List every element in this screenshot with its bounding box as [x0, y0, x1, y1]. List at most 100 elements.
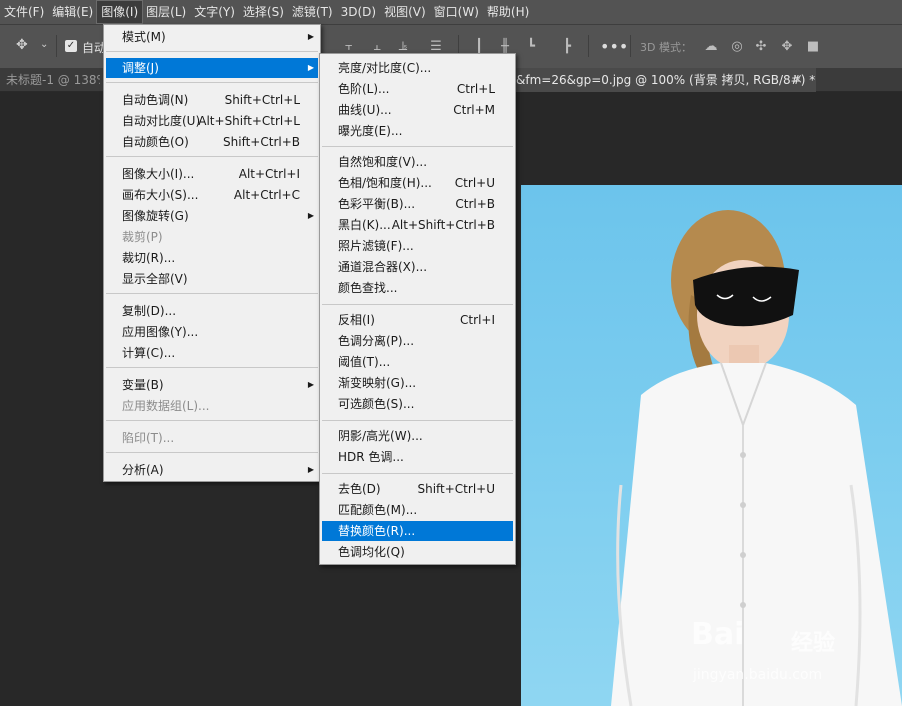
menu-item-canvas-size[interactable]: 画布大小(S)... Alt+Ctrl+C	[106, 185, 318, 205]
3d-roll-icon[interactable]: ◎	[728, 38, 746, 56]
menu-item-image-rotation[interactable]: 图像旋转(G) ▶	[106, 206, 318, 226]
submenu-arrow-icon: ▶	[307, 465, 314, 474]
menu-item-label: 色彩平衡(B)...	[338, 197, 416, 211]
auto-select-checkbox[interactable]: ✓	[65, 40, 77, 52]
3d-orbit-icon[interactable]: ☁	[702, 38, 720, 56]
menu-layer[interactable]: 图层(L)	[142, 1, 190, 23]
submenu-arrow-icon: ▶	[307, 63, 314, 72]
menu-view[interactable]: 视图(V)	[380, 1, 430, 23]
menu-item-hue-saturation[interactable]: 色相/饱和度(H)... Ctrl+U	[322, 173, 513, 193]
menu-item-photo-filter[interactable]: 照片滤镜(F)...	[322, 236, 513, 256]
3d-scale-icon[interactable]: ■	[804, 38, 822, 56]
menu-item-label: 图像大小(I)...	[122, 167, 195, 181]
menu-item-threshold[interactable]: 阈值(T)...	[322, 352, 513, 372]
menu-item-auto-tone[interactable]: 自动色调(N) Shift+Ctrl+L	[106, 90, 318, 110]
menu-item-hdr-toning[interactable]: HDR 色调...	[322, 447, 513, 467]
menu-item-selective-color[interactable]: 可选颜色(S)...	[322, 394, 513, 414]
menu-select[interactable]: 选择(S)	[239, 1, 288, 23]
menu-item-analysis[interactable]: 分析(A) ▶	[106, 460, 318, 480]
menu-item-levels[interactable]: 色阶(L)... Ctrl+L	[322, 79, 513, 99]
menu-item-reveal-all[interactable]: 显示全部(V)	[106, 269, 318, 289]
menu-item-label: HDR 色调...	[338, 450, 404, 464]
menu-item-shortcut: Ctrl+M	[453, 103, 495, 117]
menu-item-shadows-highlights[interactable]: 阴影/高光(W)...	[322, 426, 513, 446]
menu-window[interactable]: 窗口(W)	[430, 1, 483, 23]
menu-item-apply-image[interactable]: 应用图像(Y)...	[106, 322, 318, 342]
menu-image[interactable]: 图像(I)	[96, 0, 144, 24]
menu-filter[interactable]: 滤镜(T)	[288, 1, 337, 23]
menu-help[interactable]: 帮助(H)	[483, 1, 533, 23]
menu-item-curves[interactable]: 曲线(U)... Ctrl+M	[322, 100, 513, 120]
chevron-down-icon[interactable]: ⌄	[40, 39, 48, 50]
submenu-arrow-icon: ▶	[307, 380, 314, 389]
menu-item-exposure[interactable]: 曝光度(E)...	[322, 121, 513, 141]
tab-active-document[interactable]: &fm=26&gp=0.jpg @ 100% (背景 拷贝, RGB/8#) *	[516, 68, 816, 92]
distribute-horizontal-icon[interactable]: ┣	[558, 38, 576, 56]
watermark-brand-cn: 经验	[791, 631, 836, 656]
menu-separator	[322, 473, 513, 474]
menu-item-adjust[interactable]: 调整(J) ▶	[106, 58, 318, 78]
menu-item-label: 反相(I)	[338, 313, 375, 327]
menu-item-shortcut: Ctrl+I	[460, 313, 495, 327]
separator	[588, 35, 589, 57]
menu-3d[interactable]: 3D(D)	[337, 1, 380, 23]
menu-item-label: 色阶(L)...	[338, 82, 390, 96]
menu-type[interactable]: 文字(Y)	[190, 1, 239, 23]
menu-item-label: 黑白(K)...	[338, 218, 391, 232]
menu-item-vibrance[interactable]: 自然饱和度(V)...	[322, 152, 513, 172]
menu-item-variables[interactable]: 变量(B) ▶	[106, 375, 318, 395]
close-tab-icon[interactable]: ×	[792, 68, 803, 92]
menu-item-black-white[interactable]: 黑白(K)... Alt+Shift+Ctrl+B	[322, 215, 513, 235]
menu-item-label: 阴影/高光(W)...	[338, 429, 423, 443]
menu-item-duplicate[interactable]: 复制(D)...	[106, 301, 318, 321]
menu-file[interactable]: 文件(F)	[0, 1, 48, 23]
menu-item-equalize[interactable]: 色调均化(Q)	[322, 542, 513, 562]
menu-item-gradient-map[interactable]: 渐变映射(G)...	[322, 373, 513, 393]
menu-item-label: 阈值(T)...	[338, 355, 391, 369]
menu-bar: 文件(F) 编辑(E) 图像(I) 图层(L) 文字(Y) 选择(S) 滤镜(T…	[0, 0, 902, 24]
menu-item-posterize[interactable]: 色调分离(P)...	[322, 331, 513, 351]
tab-untitled[interactable]: 未标题-1 @ 138%	[0, 68, 100, 92]
menu-item-image-size[interactable]: 图像大小(I)... Alt+Ctrl+I	[106, 164, 318, 184]
3d-pan-icon[interactable]: ✣	[752, 38, 770, 56]
menu-item-label: 自动色调(N)	[122, 93, 189, 107]
menu-item-channel-mixer[interactable]: 通道混合器(X)...	[322, 257, 513, 277]
menu-item-trim[interactable]: 裁切(R)...	[106, 248, 318, 268]
menu-item-label: 渐变映射(G)...	[338, 376, 417, 390]
menu-item-mode[interactable]: 模式(M) ▶	[106, 27, 318, 47]
menu-item-label: 裁剪(P)	[122, 230, 163, 244]
menu-item-label: 色调均化(Q)	[338, 545, 405, 559]
align-right-icon[interactable]: ┗	[522, 38, 540, 56]
menu-item-label: 替换颜色(R)...	[338, 524, 416, 538]
submenu-arrow-icon: ▶	[307, 32, 314, 41]
menu-edit[interactable]: 编辑(E)	[48, 1, 97, 23]
canvas-photo[interactable]: Bai 经验 jingyan.baidu.com	[521, 185, 902, 706]
menu-item-match-color[interactable]: 匹配颜色(M)...	[322, 500, 513, 520]
menu-item-label: 变量(B)	[122, 378, 164, 392]
menu-item-label: 自动对比度(U)	[122, 114, 201, 128]
menu-item-auto-contrast[interactable]: 自动对比度(U) Alt+Shift+Ctrl+L	[106, 111, 318, 131]
menu-item-calculations[interactable]: 计算(C)...	[106, 343, 318, 363]
menu-item-label: 调整(J)	[122, 61, 159, 75]
menu-item-auto-color[interactable]: 自动颜色(O) Shift+Ctrl+B	[106, 132, 318, 152]
menu-item-brightness-contrast[interactable]: 亮度/对比度(C)...	[322, 58, 513, 78]
more-options-icon[interactable]: •••	[600, 38, 628, 56]
menu-item-desaturate[interactable]: 去色(D) Shift+Ctrl+U	[322, 479, 513, 499]
move-tool-icon[interactable]: ✥	[16, 37, 28, 53]
menu-separator	[106, 293, 318, 294]
menu-separator	[106, 452, 318, 453]
menu-item-label: 颜色查找...	[338, 281, 398, 295]
menu-item-shortcut: Shift+Ctrl+B	[223, 135, 300, 149]
adjustments-submenu: 亮度/对比度(C)... 色阶(L)... Ctrl+L 曲线(U)... Ctrl…	[319, 53, 516, 565]
menu-item-label: 画布大小(S)...	[122, 188, 199, 202]
menu-item-invert[interactable]: 反相(I) Ctrl+I	[322, 310, 513, 330]
menu-item-label: 色调分离(P)...	[338, 334, 415, 348]
menu-item-shortcut: Ctrl+B	[455, 197, 495, 211]
menu-item-label: 曲线(U)...	[338, 103, 392, 117]
3d-slide-icon[interactable]: ✥	[778, 38, 796, 56]
menu-item-label: 曝光度(E)...	[338, 124, 403, 138]
menu-item-color-balance[interactable]: 色彩平衡(B)... Ctrl+B	[322, 194, 513, 214]
menu-item-trap: 陷印(T)...	[106, 428, 318, 448]
menu-item-replace-color[interactable]: 替换颜色(R)...	[322, 521, 513, 541]
menu-item-color-lookup[interactable]: 颜色查找...	[322, 278, 513, 298]
